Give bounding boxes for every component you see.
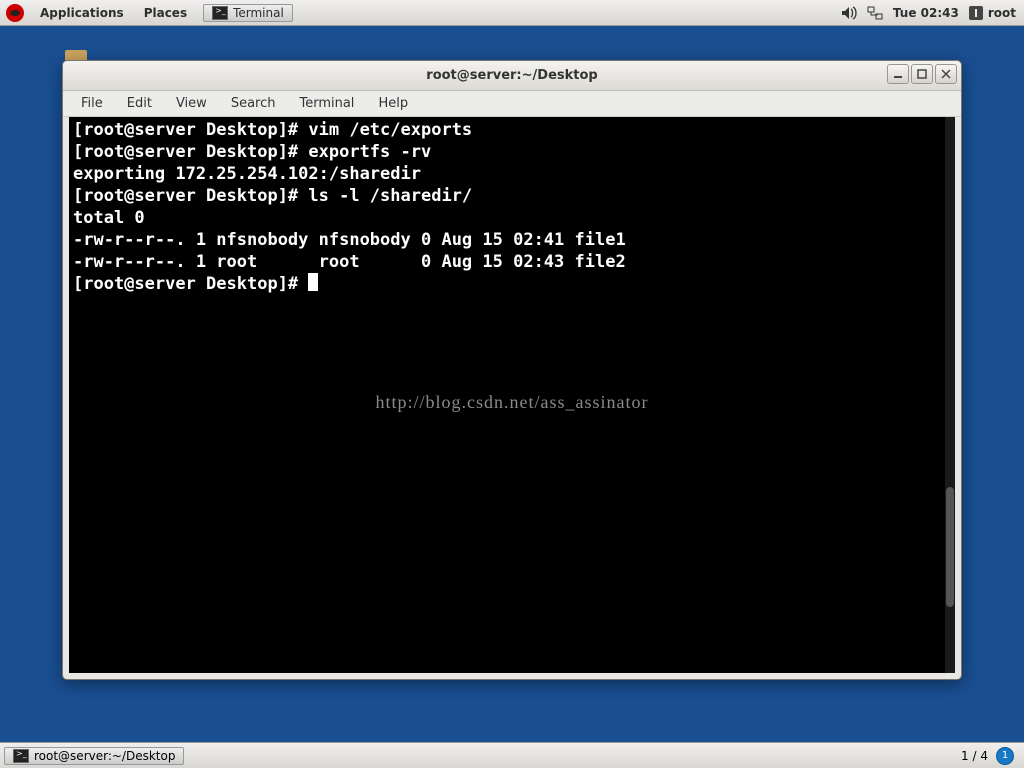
- terminal-viewport[interactable]: [root@server Desktop]# vim /etc/exports[…: [69, 117, 955, 673]
- terminal-line: -rw-r--r--. 1 root root 0 Aug 15 02:43 f…: [73, 251, 951, 273]
- workspace-pager: 1 / 4 1: [951, 747, 1024, 765]
- menu-search[interactable]: Search: [221, 94, 286, 113]
- menu-file[interactable]: File: [71, 94, 113, 113]
- menu-help[interactable]: Help: [368, 94, 418, 113]
- power-icon: [969, 6, 983, 20]
- terminal-line: [root@server Desktop]# exportfs -rv: [73, 141, 951, 163]
- terminal-window: root@server:~/Desktop File Edit View Sea…: [62, 60, 962, 680]
- pager-label: 1 / 4: [961, 749, 988, 763]
- terminal-line: exporting 172.25.254.102:/sharedir: [73, 163, 951, 185]
- workspace-indicator[interactable]: 1: [996, 747, 1014, 765]
- user-label: root: [988, 6, 1016, 20]
- clock[interactable]: Tue 02:43: [893, 6, 959, 20]
- taskbar-terminal-button[interactable]: Terminal: [203, 4, 293, 22]
- bottom-task-button[interactable]: root@server:~/Desktop: [4, 747, 184, 765]
- terminal-line: [root@server Desktop]# vim /etc/exports: [73, 119, 951, 141]
- scrollbar-thumb[interactable]: [946, 487, 954, 607]
- window-title: root@server:~/Desktop: [63, 68, 961, 83]
- terminal-icon: [13, 749, 29, 763]
- terminal-line: [root@server Desktop]#: [73, 273, 951, 295]
- menu-edit[interactable]: Edit: [117, 94, 162, 113]
- distro-logo-icon[interactable]: [6, 4, 24, 22]
- menu-terminal[interactable]: Terminal: [289, 94, 364, 113]
- applications-menu[interactable]: Applications: [30, 6, 134, 20]
- user-menu[interactable]: root: [969, 6, 1016, 20]
- minimize-button[interactable]: [887, 64, 909, 84]
- terminal-output: [root@server Desktop]# vim /etc/exports[…: [69, 117, 955, 297]
- terminal-menubar: File Edit View Search Terminal Help: [63, 91, 961, 117]
- maximize-button[interactable]: [911, 64, 933, 84]
- taskbar-terminal-label: Terminal: [233, 6, 284, 20]
- network-icon[interactable]: [867, 6, 883, 20]
- terminal-line: total 0: [73, 207, 951, 229]
- bottom-panel: root@server:~/Desktop 1 / 4 1: [0, 742, 1024, 768]
- terminal-icon: [212, 6, 228, 20]
- volume-icon[interactable]: [841, 6, 857, 20]
- menu-view[interactable]: View: [166, 94, 217, 113]
- top-panel: Applications Places Terminal Tue 02:43 r…: [0, 0, 1024, 26]
- system-tray: Tue 02:43 root: [841, 6, 1024, 20]
- terminal-line: -rw-r--r--. 1 nfsnobody nfsnobody 0 Aug …: [73, 229, 951, 251]
- terminal-scrollbar[interactable]: [945, 117, 955, 673]
- watermark-text: http://blog.csdn.net/ass_assinator: [69, 392, 955, 413]
- close-button[interactable]: [935, 64, 957, 84]
- terminal-line: [root@server Desktop]# ls -l /sharedir/: [73, 185, 951, 207]
- bottom-task-label: root@server:~/Desktop: [34, 749, 175, 763]
- window-titlebar[interactable]: root@server:~/Desktop: [63, 61, 961, 91]
- terminal-cursor: [308, 273, 318, 291]
- places-menu[interactable]: Places: [134, 6, 197, 20]
